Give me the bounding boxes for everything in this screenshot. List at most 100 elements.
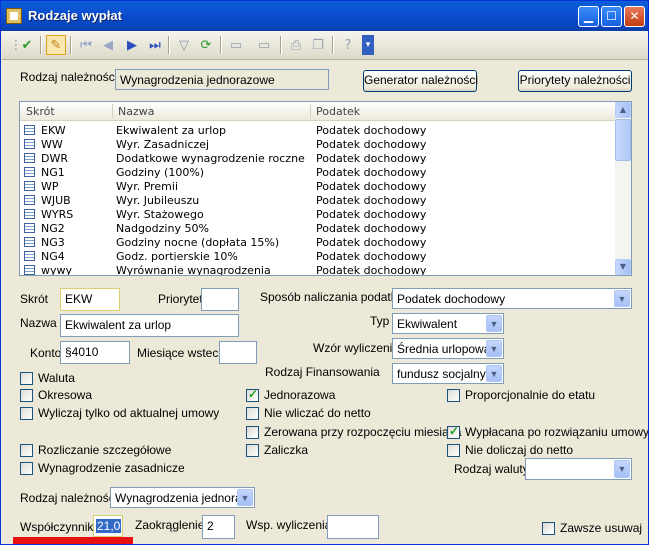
filter-icon[interactable]: ▽	[174, 35, 194, 55]
table-row[interactable]: DWR Dodatkowe wynagrodzenie roczne Podatek…	[20, 151, 616, 165]
checkbox-box[interactable]	[20, 371, 33, 385]
table-row[interactable]: WJUB Wyr. Jubileuszu Podatek dochodowy	[20, 193, 616, 207]
table-row[interactable]: WYRS Wyr. Stażowego Podatek dochodowy	[20, 207, 616, 221]
table-row[interactable]: NG3 Godziny nocne (dopłata 15%) Podatek do…	[20, 235, 616, 249]
table-row[interactable]: wywy Wyrównanie wynagrodzenia Podatek doch…	[20, 263, 616, 276]
scroll-thumb[interactable]	[615, 119, 631, 161]
checkbox-box[interactable]	[542, 521, 555, 535]
close-button[interactable]: ✕	[624, 6, 645, 27]
nie-doliczaj-checkbox[interactable]: Nie doliczaj do netto	[447, 443, 573, 457]
refresh-icon[interactable]: ⟳	[196, 35, 216, 55]
more-icon[interactable]: ▾	[362, 35, 374, 55]
table-row[interactable]: EKW Ekwiwalent za urlop Podatek dochodowy	[20, 123, 616, 137]
zerowana-checkbox[interactable]: Zerowana przy rozpoczęciu miesiąca	[246, 425, 461, 439]
checkbox-box[interactable]	[447, 443, 460, 457]
zaliczka-checkbox[interactable]: Zaliczka	[246, 443, 308, 457]
prev-icon[interactable]: ◀	[98, 35, 118, 55]
zaliczka-text: Zaliczka	[264, 443, 309, 457]
chevron-down-icon[interactable]: ▼	[486, 340, 502, 357]
minimize-button[interactable]: ▁	[578, 6, 599, 27]
payment-types-list[interactable]: Skrót Nazwa Podatek EKW Ekwiwalent za url…	[19, 101, 632, 276]
checkbox-box[interactable]	[447, 424, 460, 439]
priorytet-input[interactable]	[201, 288, 239, 311]
checkbox-box[interactable]	[20, 388, 33, 402]
last-icon[interactable]: ⏭	[145, 35, 165, 55]
list-scrollbar[interactable]: ▲ ▼	[615, 102, 631, 275]
window2-icon[interactable]: ▭	[254, 35, 274, 55]
okresowa-checkbox[interactable]: Okresowa	[20, 388, 92, 402]
nazwa-input[interactable]: Ekwiwalent za urlop	[60, 314, 239, 337]
scroll-up-icon[interactable]: ▲	[615, 102, 631, 118]
table-row[interactable]: WP Wyr. Premii Podatek dochodowy	[20, 179, 616, 193]
rodzaj-nal-select[interactable]: Wynagrodzenia jednorazc ▼	[110, 487, 255, 508]
wynagrodzenie-text: Wynagrodzenie zasadnicze	[38, 461, 185, 475]
checkbox-box[interactable]	[246, 443, 259, 457]
cell-skrot: WYRS	[41, 208, 74, 221]
chevron-down-icon[interactable]: ▼	[237, 489, 253, 506]
wyliczaj-checkbox[interactable]: Wyliczaj tylko od aktualnej umowy	[20, 406, 219, 420]
rodzaj-waluty-select[interactable]: ▼	[525, 458, 632, 480]
finans-select[interactable]: fundusz socjalny ▼	[392, 363, 504, 384]
chevron-down-icon[interactable]: ▼	[486, 365, 502, 382]
sposob-label: Sposób naliczania podatku	[260, 290, 404, 304]
cell-skrot: wywy	[41, 264, 73, 276]
ok-icon[interactable]: ✔	[17, 35, 37, 55]
sposob-select[interactable]: Podatek dochodowy ▼	[392, 288, 632, 309]
cell-podatek: Podatek dochodowy	[316, 264, 427, 276]
finans-value: fundusz socjalny	[397, 367, 486, 381]
cell-podatek: Podatek dochodowy	[316, 222, 427, 235]
table-row[interactable]: NG4 Godz. portierskie 10% Podatek dochodow…	[20, 249, 616, 263]
finans-label: Rodzaj Finansowania	[265, 365, 380, 379]
checkbox-box[interactable]	[246, 387, 259, 402]
table-row[interactable]: NG1 Godziny (100%) Podatek dochodowy	[20, 165, 616, 179]
wsp-wyliczenia-input[interactable]	[327, 515, 379, 539]
help-icon[interactable]: ?	[338, 35, 358, 55]
chevron-down-icon[interactable]: ▼	[614, 290, 630, 307]
table-row[interactable]: NG2 Nadgodziny 50% Podatek dochodowy	[20, 221, 616, 235]
konto-input[interactable]: §4010	[60, 341, 130, 364]
checkbox-box[interactable]	[447, 388, 460, 402]
miesiace-input[interactable]	[219, 341, 257, 364]
chevron-down-icon[interactable]: ▼	[486, 315, 502, 332]
chevron-down-icon[interactable]: ▼	[614, 460, 630, 478]
checkbox-box[interactable]	[20, 461, 33, 475]
generator-button[interactable]: Generator należności	[363, 70, 478, 92]
priorytety-button[interactable]: Priorytety należności	[518, 70, 632, 92]
print-icon[interactable]: ⎙	[286, 35, 306, 55]
wzor-label: Wzór wyliczenia	[313, 341, 400, 355]
title-bar[interactable]: Rodzaje wypłat ▁ ☐ ✕	[1, 1, 648, 31]
checkbox-box[interactable]	[20, 443, 33, 457]
edit-icon[interactable]: ✎	[46, 35, 66, 55]
cell-nazwa: Ekwiwalent za urlop	[116, 124, 226, 137]
window1-icon[interactable]: ▭	[226, 35, 246, 55]
column-header-skrot[interactable]: Skrót	[26, 105, 55, 118]
skrot-input[interactable]: EKW	[60, 288, 120, 311]
next-icon[interactable]: ▶	[122, 35, 142, 55]
checkbox-box[interactable]	[246, 425, 259, 439]
table-row[interactable]: WW Wyr. Zasadniczej Podatek dochodowy	[20, 137, 616, 151]
wzor-select[interactable]: Średnia urlopowa ▼	[392, 338, 504, 359]
wynagrodzenie-checkbox[interactable]: Wynagrodzenie zasadnicze	[20, 461, 185, 475]
cell-skrot: NG2	[41, 222, 65, 235]
wspolczynnik-input[interactable]: 21,0	[93, 515, 123, 537]
cell-nazwa: Wyr. Stażowego	[116, 208, 204, 221]
rozliczanie-checkbox[interactable]: Rozliczanie szczegółowe	[20, 443, 171, 457]
proporcjonalnie-checkbox[interactable]: Proporcjonalnie do etatu	[447, 388, 595, 402]
column-header-podatek[interactable]: Podatek	[316, 105, 360, 118]
first-icon[interactable]: ⏮	[76, 35, 96, 55]
wyplacana-checkbox[interactable]: Wypłacana po rozwiązaniu umowy	[447, 424, 648, 439]
cell-podatek: Podatek dochodowy	[316, 194, 427, 207]
typ-select[interactable]: Ekwiwalent ▼	[392, 313, 504, 334]
list-header: Skrót Nazwa Podatek	[20, 102, 616, 121]
checkbox-box[interactable]	[20, 406, 33, 420]
waluta-checkbox[interactable]: Waluta	[20, 371, 75, 385]
zawsze-usuwaj-checkbox[interactable]: Zawsze usuwaj	[542, 521, 642, 535]
nie-wliczac-checkbox[interactable]: Nie wliczać do netto	[246, 406, 371, 420]
jednorazowa-checkbox[interactable]: Jednorazowa	[246, 387, 335, 402]
zaokraglenie-input[interactable]: 2	[202, 515, 235, 539]
copy-icon[interactable]: ❐	[308, 35, 328, 55]
maximize-button[interactable]: ☐	[601, 6, 622, 27]
column-header-nazwa[interactable]: Nazwa	[118, 105, 154, 118]
checkbox-box[interactable]	[246, 406, 259, 420]
scroll-down-icon[interactable]: ▼	[615, 259, 631, 275]
